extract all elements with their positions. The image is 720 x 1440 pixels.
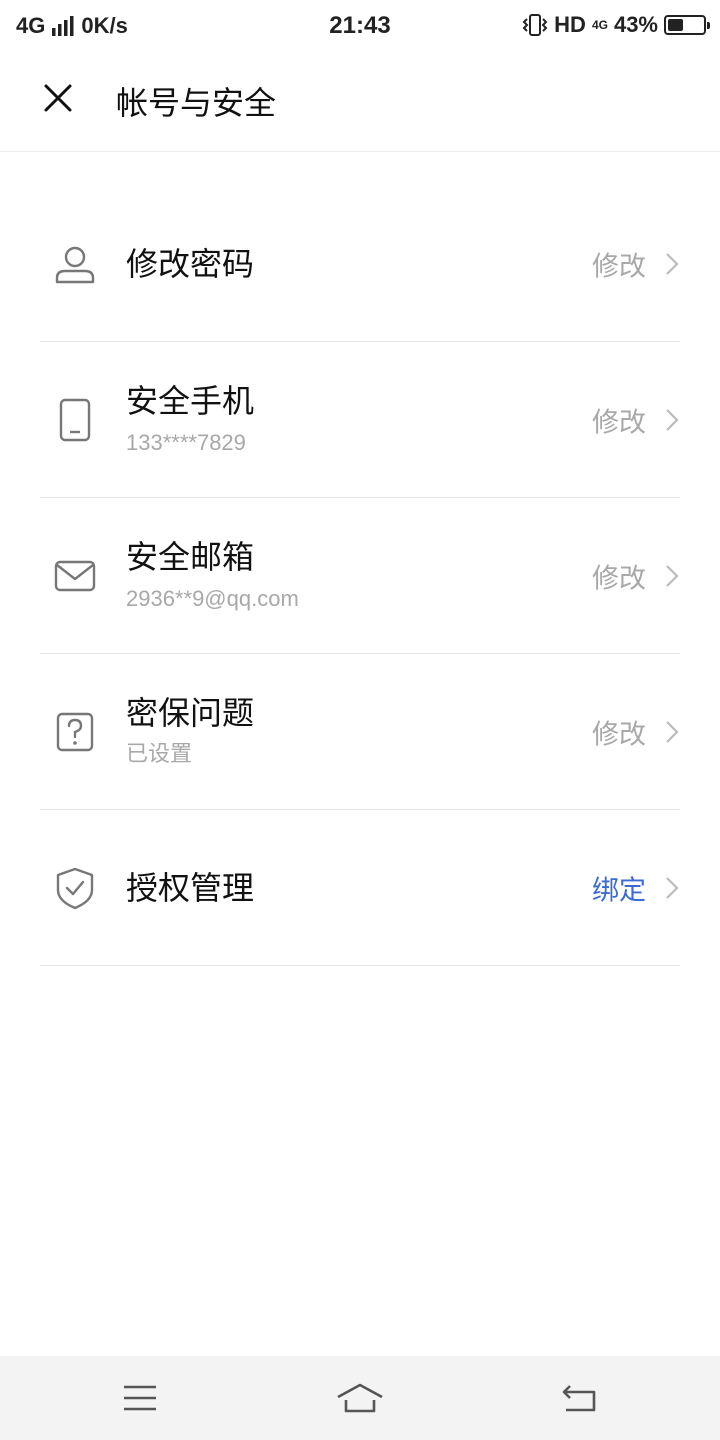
vibrate-icon xyxy=(522,14,548,36)
chevron-right-icon xyxy=(666,877,679,899)
row-text: 安全邮箱 2936**9@qq.com xyxy=(126,537,299,615)
chevron-right-icon xyxy=(666,409,679,431)
security-settings-list: 修改密码 修改 安全手机 133****7829 修改 安全邮箱 2936**9… xyxy=(0,186,720,966)
header: 帐号与安全 xyxy=(0,50,720,152)
network-small: 4G xyxy=(591,18,608,32)
user-icon xyxy=(52,241,98,287)
modify-link[interactable]: 修改 xyxy=(592,401,646,440)
status-right: HD 4G 43% xyxy=(522,12,710,38)
menu-button[interactable] xyxy=(110,1376,170,1420)
page-title: 帐号与安全 xyxy=(116,84,277,122)
home-icon xyxy=(337,1383,383,1413)
close-button[interactable] xyxy=(36,76,80,120)
row-text: 授权管理 xyxy=(126,868,254,908)
question-icon xyxy=(52,709,98,755)
row-text: 修改密码 xyxy=(126,244,254,284)
row-title: 密保问题 xyxy=(126,694,255,732)
battery-percent: 43% xyxy=(613,12,658,37)
row-text: 密保问题 已设置 xyxy=(126,693,254,771)
row-title: 修改密码 xyxy=(126,245,255,283)
modify-link[interactable]: 修改 xyxy=(592,713,646,752)
home-button[interactable] xyxy=(330,1376,390,1420)
list-item-security-email[interactable]: 安全邮箱 2936**9@qq.com 修改 xyxy=(0,498,720,654)
phone-icon xyxy=(52,397,98,443)
row-title: 安全邮箱 xyxy=(126,538,255,576)
divider xyxy=(40,965,680,966)
email-address: 2936**9@qq.com xyxy=(126,586,299,611)
battery-icon xyxy=(664,15,710,35)
row-title: 授权管理 xyxy=(126,869,255,907)
status-bar: 4G 0K/s 21:43 HD 4G 43% xyxy=(0,0,720,50)
shield-check-icon xyxy=(52,865,98,911)
list-item-authorization[interactable]: 授权管理 绑定 xyxy=(0,810,720,966)
back-icon xyxy=(562,1385,596,1412)
bind-link[interactable]: 绑定 xyxy=(592,869,646,908)
mail-icon xyxy=(52,553,98,599)
list-item-security-phone[interactable]: 安全手机 133****7829 修改 xyxy=(0,342,720,498)
row-title: 安全手机 xyxy=(126,382,255,420)
modify-link[interactable]: 修改 xyxy=(592,245,646,284)
chevron-right-icon xyxy=(666,565,679,587)
battery-fill xyxy=(668,19,683,31)
hd-indicator: HD xyxy=(554,12,586,37)
menu-icon xyxy=(124,1385,156,1411)
system-nav-bar xyxy=(0,1356,720,1440)
chevron-right-icon xyxy=(666,253,679,275)
back-button[interactable] xyxy=(550,1376,610,1420)
phone-number: 133****7829 xyxy=(126,430,246,455)
question-status: 已设置 xyxy=(126,742,193,767)
row-text: 安全手机 133****7829 xyxy=(126,381,254,459)
list-item-change-password[interactable]: 修改密码 修改 xyxy=(0,186,720,342)
list-item-security-question[interactable]: 密保问题 已设置 修改 xyxy=(0,654,720,810)
chevron-right-icon xyxy=(666,721,679,743)
modify-link[interactable]: 修改 xyxy=(592,557,646,596)
close-icon xyxy=(44,84,72,112)
